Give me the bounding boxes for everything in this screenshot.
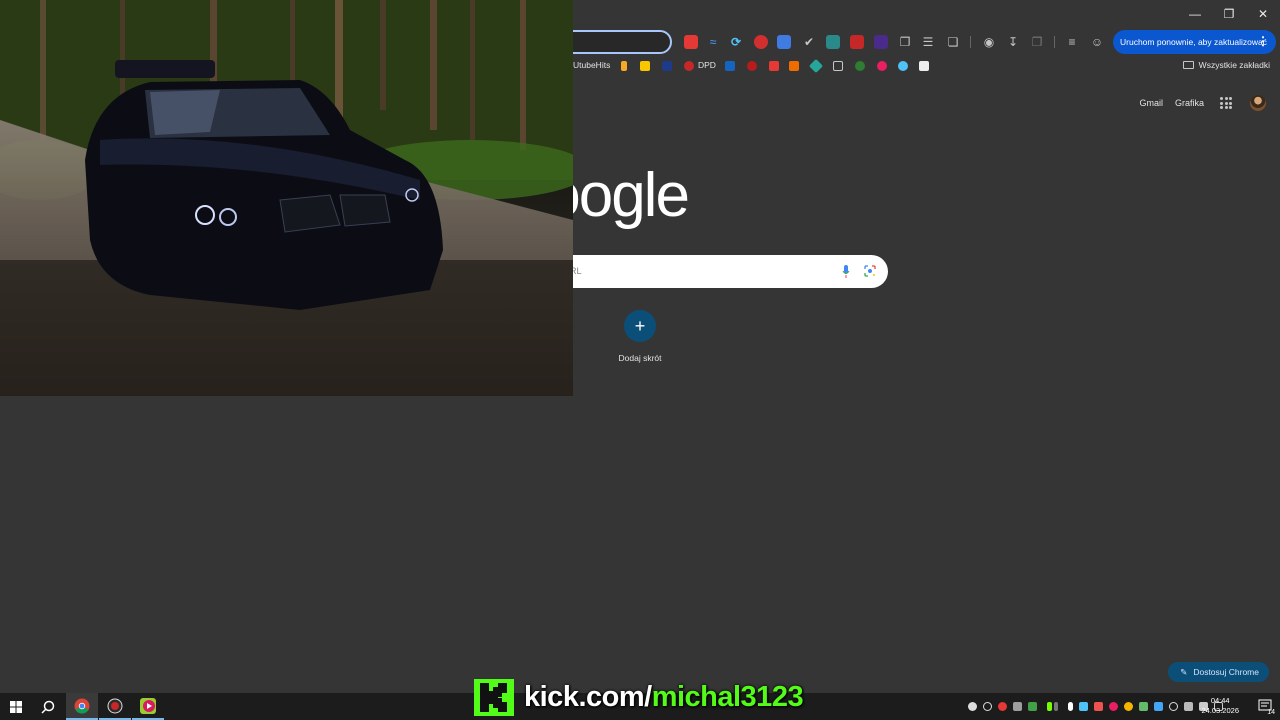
bookmark-green-icon[interactable] [855, 61, 865, 71]
all-bookmarks-button[interactable]: Wszystkie zakładki [1182, 60, 1270, 70]
youtube-extension-icon[interactable] [684, 35, 698, 49]
bookmark-dpd-icon[interactable] [684, 61, 694, 71]
clock-time: 04:44 [1210, 696, 1230, 705]
translate-extension-icon[interactable]: ⟳ [728, 34, 744, 50]
stack-extension-icon[interactable]: ☰ [920, 34, 936, 50]
chrome-taskbar-icon[interactable] [66, 693, 98, 720]
headset-icon[interactable] [968, 702, 977, 711]
bookmark-m-icon[interactable] [769, 61, 779, 71]
windows-start-icon[interactable] [0, 693, 32, 720]
customize-chrome-button[interactable]: ✎ Dostosuj Chrome [1168, 662, 1269, 682]
notifications-count: 14 [1267, 709, 1275, 716]
bookmark-red-icon[interactable] [747, 61, 757, 71]
google-apps-icon[interactable] [1220, 97, 1232, 109]
notifications-icon[interactable]: 14 [1258, 699, 1275, 716]
opera-taskbar-icon[interactable] [99, 693, 131, 720]
download-icon[interactable]: ↧ [1005, 34, 1021, 50]
chrome-tray-icon[interactable] [1124, 702, 1133, 711]
steam-tray-icon[interactable] [1079, 702, 1088, 711]
update-restart-label: Uruchom ponownie, aby zaktualizować [1120, 37, 1267, 47]
translate-icon[interactable]: ❐ [1029, 34, 1045, 50]
kick-logo-icon [474, 679, 514, 716]
search-icon[interactable] [32, 693, 64, 720]
clock-date: 24.03.2026 [1201, 706, 1239, 715]
car-in-forest-image [0, 0, 573, 396]
media-player-taskbar-icon[interactable] [132, 693, 164, 720]
incognito-icon[interactable]: ◉ [981, 34, 997, 50]
red-tray-icon[interactable] [998, 702, 1007, 711]
minimize-icon[interactable]: — [1178, 0, 1212, 28]
chart-extension-icon[interactable] [850, 35, 864, 49]
bookmark-dpd[interactable]: DPD [698, 60, 716, 70]
add-shortcut-label: Dodaj skrót [618, 353, 662, 363]
pink-tray-icon[interactable] [1109, 702, 1118, 711]
briefcase-tray-icon[interactable] [1094, 702, 1103, 711]
overlay-photo [0, 0, 573, 396]
divider-tray-icon [1054, 702, 1058, 711]
folder-icon [1182, 61, 1194, 69]
close-icon[interactable]: ✕ [1246, 0, 1280, 28]
bookmark-white-icon[interactable] [919, 61, 929, 71]
bookmark-folder-icon[interactable] [833, 61, 843, 71]
address-bar[interactable] [560, 30, 672, 54]
bookmark-pink-icon[interactable] [877, 61, 887, 71]
update-restart-button[interactable]: Uruchom ponownie, aby zaktualizować ⋮ [1113, 30, 1276, 54]
copy-extension-icon[interactable]: ❐ [897, 34, 913, 50]
plus-icon: + [624, 310, 656, 342]
add-shortcut-tile[interactable]: + Dodaj skrót [610, 310, 670, 363]
bookmark-grid-icon[interactable] [725, 61, 735, 71]
kebab-menu-icon[interactable]: ⋮ [1257, 34, 1269, 48]
customize-chrome-label: Dostosuj Chrome [1193, 667, 1259, 677]
bookmark-utubehits[interactable]: UtubeHits [573, 60, 610, 70]
gmail-link[interactable]: Gmail [1139, 98, 1163, 108]
search-box[interactable]: RL [520, 255, 888, 288]
globe-icon[interactable] [1169, 702, 1178, 711]
all-bookmarks-label: Wszystkie zakładki [1198, 60, 1270, 70]
ntp-top-links: Gmail Grafika [1139, 95, 1266, 111]
window-controls: — ❐ ✕ [1178, 0, 1280, 28]
purple-extension-icon[interactable] [874, 35, 888, 49]
bookmark-cyan-icon[interactable] [898, 61, 908, 71]
google-lens-icon[interactable] [864, 265, 876, 277]
kick-watermark: kick.com/michal3123 [474, 679, 804, 716]
extensions-puzzle-icon[interactable]: ❏ [945, 34, 961, 50]
kick-domain: kick.com/ [524, 681, 652, 713]
bookmark-orange-icon[interactable] [789, 61, 799, 71]
bookmark-diamond-icon[interactable] [808, 58, 824, 74]
kick-channel-url: kick.com/michal3123 [524, 681, 804, 714]
images-link[interactable]: Grafika [1175, 98, 1204, 108]
microphone-icon[interactable] [842, 265, 850, 278]
restore-icon[interactable]: ❐ [1212, 0, 1246, 28]
shield-icon[interactable] [1154, 702, 1163, 711]
microphone-tray-icon[interactable] [1068, 702, 1073, 711]
wireless-extension-icon[interactable]: ≈ [705, 34, 721, 50]
account-avatar[interactable] [1250, 95, 1266, 111]
pencil-icon: ✎ [1180, 666, 1188, 677]
network-icon[interactable] [1184, 702, 1193, 711]
system-clock[interactable]: 04:44 24.03.2026 [1201, 696, 1239, 716]
new-extension-icon[interactable] [826, 35, 840, 49]
profile-icon[interactable]: ☺ [1089, 34, 1105, 50]
red-circle-extension-icon[interactable] [754, 35, 768, 49]
reading-list-icon[interactable]: ≡ [1064, 34, 1080, 50]
battery-tray-icon[interactable] [1047, 702, 1052, 711]
kick-username: michal3123 [651, 681, 804, 713]
bookmark-yellow-icon[interactable] [640, 61, 650, 71]
steam-extension-icon[interactable]: ✔ [801, 34, 817, 50]
bookmark-moon-icon[interactable] [621, 61, 627, 71]
green-tray-icon[interactable] [1139, 702, 1148, 711]
bookmark-blue-icon[interactable] [662, 61, 672, 71]
screenshot-extension-icon[interactable] [777, 35, 791, 49]
sync-icon[interactable] [983, 702, 992, 711]
settings-tray-icon[interactable] [1013, 702, 1022, 711]
nvidia-icon[interactable] [1028, 702, 1037, 711]
